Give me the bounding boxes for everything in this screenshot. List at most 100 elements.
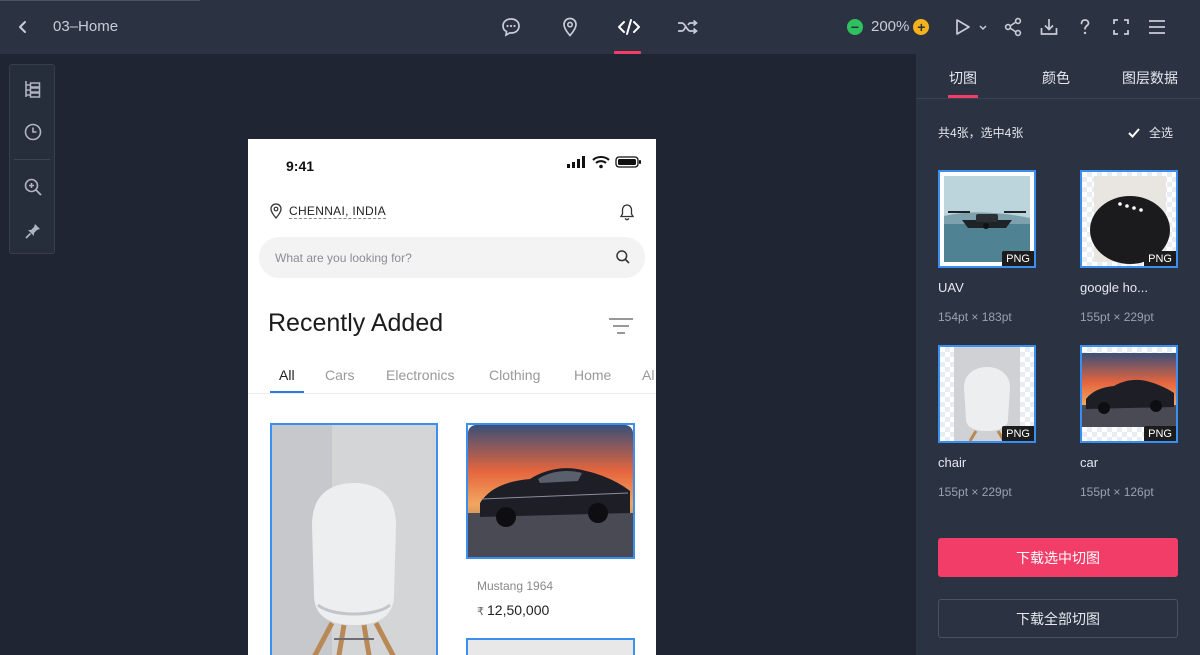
code-icon (618, 19, 640, 35)
zoom-tool-button[interactable] (21, 175, 45, 199)
slice-thumbnail-google-home[interactable]: PNG (1080, 170, 1178, 268)
top-divider (0, 0, 200, 1)
header-actions (950, 14, 1180, 40)
top-bar: 03–Home − 200% + (0, 0, 1200, 54)
tab-colors[interactable]: 颜色 (1042, 68, 1070, 88)
slice-size: 155pt × 229pt (1080, 310, 1154, 324)
bell-icon (619, 204, 635, 221)
pin-tool-button[interactable] (21, 219, 45, 243)
artboard-home[interactable]: 9:41 CHENNAI, INDIA What are you looking… (248, 139, 656, 655)
checkmark-icon (1128, 127, 1140, 138)
slice-name: UAV (938, 280, 964, 295)
notifications-button[interactable] (619, 203, 635, 226)
layers-button[interactable] (21, 77, 45, 101)
filter-button[interactable] (608, 317, 634, 340)
slice-thumbnail-chair[interactable]: PNG (938, 345, 1036, 443)
shuffle-icon (678, 19, 698, 35)
tab-all-more[interactable]: Al (642, 367, 654, 383)
product-image-next[interactable] (466, 638, 635, 655)
signal-icon (567, 156, 585, 168)
tab-cars[interactable]: Cars (325, 367, 355, 383)
select-all-label: 全选 (1149, 126, 1174, 140)
battery-icon (615, 156, 641, 168)
menu-icon (1149, 20, 1165, 34)
tab-prototype[interactable] (673, 12, 703, 42)
view-mode-tabs (496, 12, 732, 54)
play-icon (956, 19, 987, 35)
share-icon (1004, 17, 1022, 37)
search-icon (616, 250, 630, 264)
tab-all[interactable]: All (279, 367, 295, 383)
slice-size: 155pt × 126pt (1080, 485, 1154, 499)
price-value: 12,50,000 (487, 602, 550, 618)
zoom-in-icon (24, 178, 42, 196)
page-title: 03–Home (53, 18, 119, 35)
tab-home[interactable]: Home (574, 367, 611, 383)
history-icon (24, 123, 42, 141)
currency-symbol: ₹ (477, 606, 484, 618)
search-placeholder: What are you looking for? (275, 251, 412, 265)
tab-comments[interactable] (496, 12, 526, 42)
location-pin-icon (563, 17, 577, 37)
slice-name: chair (938, 455, 967, 470)
checkbox[interactable] (1127, 126, 1141, 140)
tab-clothing[interactable]: Clothing (489, 367, 540, 383)
filter-icon (609, 318, 633, 334)
slice-name: google ho... (1080, 280, 1148, 295)
slice-size: 155pt × 229pt (938, 485, 1012, 499)
tab-electronics[interactable]: Electronics (386, 367, 454, 383)
product-image-chair[interactable] (270, 423, 438, 655)
back-button[interactable] (12, 16, 34, 38)
fullscreen-icon (1113, 19, 1129, 35)
download-all-button[interactable]: 下载全部切图 (938, 599, 1178, 638)
download-button[interactable] (1036, 14, 1062, 40)
zoom-control: − 200% + (847, 18, 930, 35)
pin-icon (25, 224, 40, 239)
download-icon (1040, 19, 1058, 35)
tab-annotations[interactable] (555, 12, 585, 42)
comment-icon (502, 18, 520, 37)
slice-size: 154pt × 183pt (938, 310, 1012, 324)
status-icons (566, 155, 643, 169)
product-name: Mustang 1964 (477, 579, 554, 593)
layers-icon (25, 81, 41, 98)
format-badge: PNG (1002, 251, 1034, 266)
location-selector[interactable]: CHENNAI, INDIA (269, 203, 386, 219)
format-badge: PNG (1002, 426, 1034, 441)
tab-code[interactable] (614, 12, 644, 54)
fullscreen-button[interactable] (1108, 14, 1134, 40)
tab-slices[interactable]: 切图 (949, 68, 977, 88)
zoom-level: 200% (871, 18, 910, 35)
category-tabs: All Cars Electronics Clothing Home Al (248, 359, 656, 394)
slice-thumbnail-car[interactable]: PNG (1080, 345, 1178, 443)
active-tab-indicator (270, 391, 304, 393)
section-title: Recently Added (268, 309, 444, 337)
left-toolbox (9, 64, 55, 254)
inspector-tabs: 切图 颜色 图层数据 (916, 54, 1200, 99)
select-all-checkbox[interactable]: 全选 (1127, 124, 1173, 141)
search-input[interactable]: What are you looking for? (259, 237, 645, 278)
tab-layer-data[interactable]: 图层数据 (1122, 68, 1178, 88)
toolbox-divider (14, 159, 50, 160)
location-label: CHENNAI, INDIA (289, 203, 386, 219)
play-button[interactable] (950, 14, 990, 40)
help-icon (1080, 19, 1090, 35)
help-button[interactable] (1072, 14, 1098, 40)
product-image-car[interactable] (466, 423, 635, 559)
inspector-panel: 切图 颜色 图层数据 共4张，选中4张 全选 PNG UAV 154pt × 1… (916, 54, 1200, 655)
zoom-out-button[interactable]: − (847, 18, 863, 35)
status-time: 9:41 (286, 158, 315, 174)
zoom-in-button[interactable]: + (913, 18, 930, 35)
product-price: ₹12,50,000 (477, 602, 549, 618)
location-pin-icon (270, 203, 282, 219)
menu-button[interactable] (1144, 14, 1170, 40)
chair-image (272, 425, 436, 655)
download-selected-button[interactable]: 下载选中切图 (938, 538, 1178, 577)
slice-thumbnail-uav[interactable]: PNG (938, 170, 1036, 268)
car-image (468, 425, 633, 557)
wifi-icon (592, 156, 610, 169)
share-button[interactable] (1000, 14, 1026, 40)
slice-summary: 共4张，选中4张 (938, 126, 1024, 140)
format-badge: PNG (1144, 251, 1176, 266)
history-button[interactable] (21, 120, 45, 144)
